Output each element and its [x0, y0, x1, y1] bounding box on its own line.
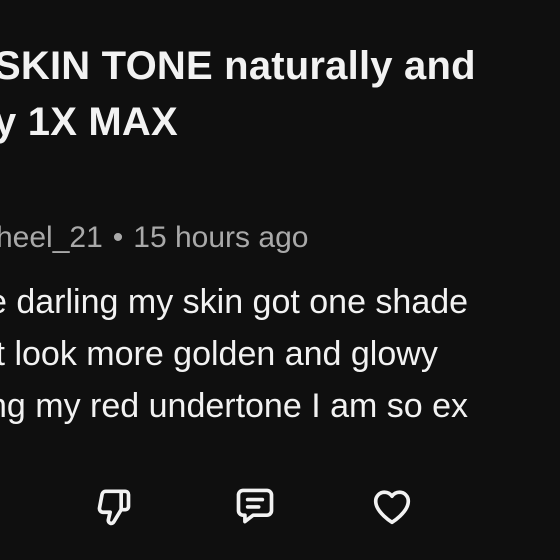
post-title-line-2: y 1X MAX — [0, 100, 178, 144]
comment-timestamp: 15 hours ago — [133, 221, 309, 254]
comment-line-3: ng my red undertone I am so ex — [0, 387, 469, 425]
comment-icon — [236, 488, 274, 524]
comment-line-1: e darling my skin got one shade — [0, 283, 469, 321]
comment-meta: heel_21 • 15 hours ago — [0, 218, 308, 258]
reply-button[interactable] — [227, 478, 283, 534]
dislike-button[interactable] — [84, 478, 140, 534]
comment-line-2: it look more golden and glowy — [0, 335, 438, 373]
comment-actions — [0, 478, 560, 534]
meta-separator: • — [112, 221, 124, 254]
post-title-line-1: SKIN TONE naturally and — [0, 44, 476, 88]
comment-body: e darling my skin got one shade it look … — [0, 276, 468, 432]
like-button[interactable] — [364, 478, 420, 534]
comment-author[interactable]: heel_21 — [0, 221, 103, 254]
heart-icon — [373, 490, 411, 525]
thumbs-down-icon — [97, 489, 131, 526]
post-title: SKIN TONE naturally and y 1X MAX — [0, 38, 560, 150]
